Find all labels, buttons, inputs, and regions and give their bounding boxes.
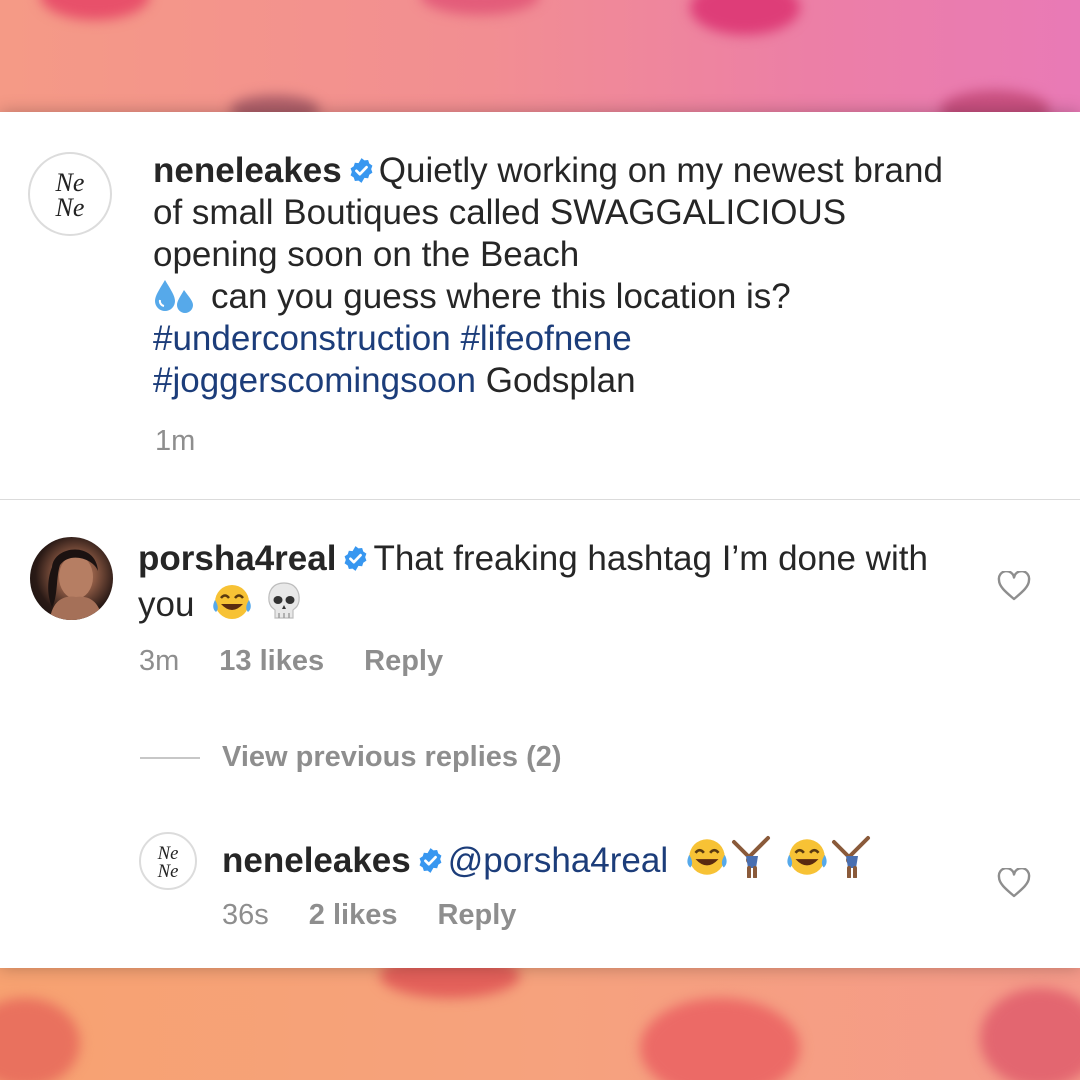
heart-outline-icon[interactable] [997,868,1031,898]
post-username[interactable]: neneleakes [153,151,342,190]
comment-text: porsha4real That freaking hashtag I’m don… [138,538,958,626]
caption-timestamp: 1m [155,425,196,457]
avatar[interactable]: Ne Ne [139,832,197,890]
comment-timestamp: 3m [139,645,180,677]
verified-badge-icon [419,848,442,873]
nene-logo-icon: Ne Ne [55,168,85,222]
avatar[interactable] [30,537,113,620]
profile-photo [48,549,102,620]
comment-username[interactable]: porsha4real [138,539,336,578]
nene-logo-icon: Ne Ne [157,843,179,882]
background-bottom [0,968,1080,1080]
reply-timestamp: 36s [222,899,269,931]
tears-of-joy-icon [213,585,251,619]
hashtag-joggerscomingsoon[interactable]: #joggerscomingsoon [153,361,476,400]
avatar[interactable]: Ne Ne [28,152,112,236]
tears-of-joy-icon [687,839,727,875]
caption-text: neneleakes Quietly working on my newest b… [153,150,953,402]
heart-outline-icon[interactable] [997,571,1031,601]
view-previous-replies-button[interactable]: View previous replies (2) [222,740,562,774]
background-top [0,0,1080,112]
hashtag-lifeofnene[interactable]: #lifeofnene [460,319,631,358]
reply-username[interactable]: neneleakes [222,841,411,880]
comment-meta: 3m 13 likes Reply [139,644,483,678]
reply-likes[interactable]: 2 likes [309,899,398,931]
comments-panel: Ne Ne neneleakes Quietly working on my ne… [0,112,1080,968]
hashtag-underconstruction[interactable]: #underconstruction [153,319,451,358]
verified-badge-icon [345,546,367,571]
sweat-droplets-icon [155,280,193,313]
mention-porsha4real[interactable]: @porsha4real [448,841,668,880]
post-caption: Ne Ne neneleakes Quietly working on my ne… [0,112,1080,500]
caption-godsplan: Godsplan [485,361,636,400]
comment-likes[interactable]: 13 likes [219,645,324,677]
reply-button[interactable]: Reply [437,899,516,931]
caption-question: can you guess where this location is? [211,277,791,316]
reply-text: neneleakes @porsha4real [222,834,1002,882]
verified-badge-icon [350,158,373,183]
skull-icon [268,582,300,619]
reply-button[interactable]: Reply [364,645,443,677]
cartwheel-icon [731,836,770,878]
reply-meta: 36s 2 likes Reply [222,898,556,932]
cartwheel-icon [831,836,870,878]
replies-divider [140,757,200,759]
svg-text:Ne: Ne [55,193,85,222]
tears-of-joy-icon [786,839,827,875]
svg-text:Ne: Ne [157,861,179,882]
